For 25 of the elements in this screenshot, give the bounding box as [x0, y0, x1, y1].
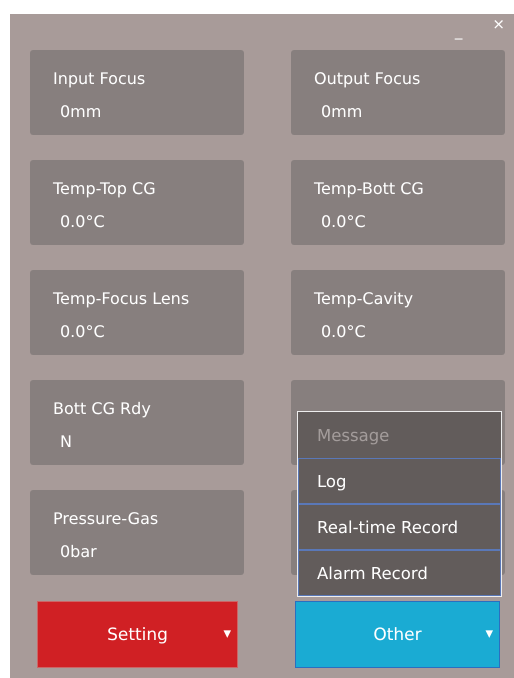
readout-label: Pressure-Gas: [53, 509, 160, 528]
menu-item[interactable]: Alarm Record: [298, 550, 501, 596]
readout-label: Input Focus: [53, 69, 146, 88]
menu-item[interactable]: Log: [298, 458, 501, 504]
readout-label: Temp-Bott CG: [314, 179, 425, 198]
readout-label: Temp-Focus Lens: [53, 289, 190, 308]
readout-value: 0.0°C: [320, 322, 367, 341]
readout-label: Temp-Top CG: [53, 179, 157, 198]
caret-icon: ▾: [485, 624, 493, 642]
minimize-button[interactable]: _: [454, 24, 462, 39]
close-button[interactable]: ×: [492, 17, 505, 32]
readout-label: Output Focus: [314, 69, 422, 88]
readout-value: 0.0°C: [320, 212, 367, 231]
caret-icon: ▾: [223, 624, 231, 642]
setting-button[interactable]: Setting ▾: [37, 601, 238, 668]
readout-value: 0.0°C: [59, 322, 106, 341]
readout-value: N: [59, 432, 73, 451]
menu-item[interactable]: Real-time Record: [298, 504, 501, 550]
readout-value: 0.0°C: [59, 212, 106, 231]
readout-label: Bott CG Rdy: [53, 399, 152, 418]
readout-label: Temp-Cavity: [314, 289, 414, 308]
readout-value: 0mm: [59, 102, 102, 121]
readout-value: 0bar: [59, 542, 98, 561]
readout-value: 0mm: [320, 102, 364, 121]
other-button[interactable]: Other ▾: [295, 601, 500, 668]
